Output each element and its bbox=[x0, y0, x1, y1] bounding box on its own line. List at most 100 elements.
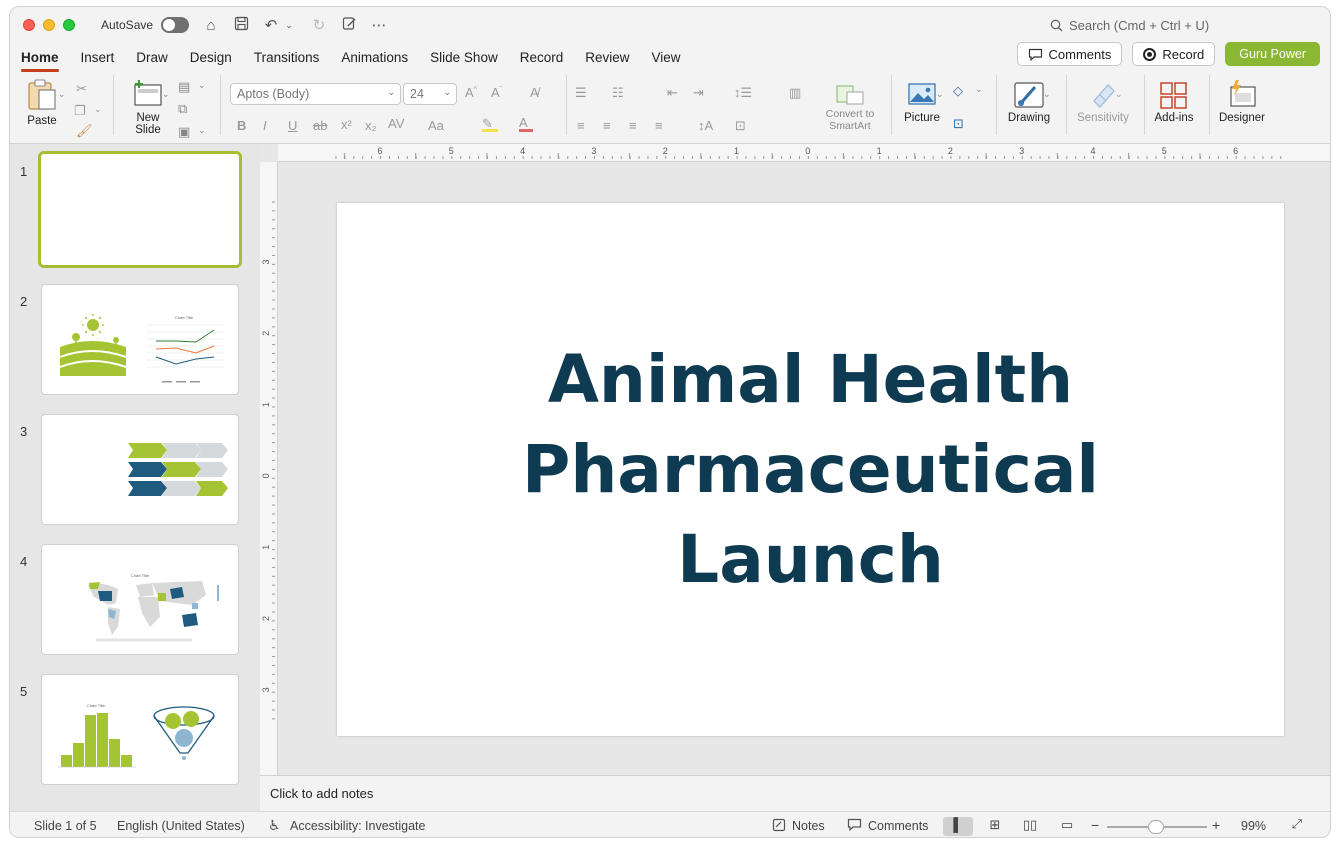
slide-thumbnail-4[interactable]: Chart Title bbox=[41, 544, 239, 655]
zoom-window-button[interactable] bbox=[63, 19, 75, 31]
slide-editing-area[interactable]: 6 5 4 3 2 1 0 1 2 3 4 5 6 3 2 1 0 1 2 3 Animal Health Phar… bbox=[260, 143, 1330, 776]
sensitivity-button[interactable]: Sensitivity bbox=[1072, 81, 1134, 124]
minimize-window-button[interactable] bbox=[43, 19, 55, 31]
copy-dropdown-icon[interactable]: ⌄ bbox=[94, 104, 102, 115]
notes-icon[interactable] bbox=[772, 818, 786, 835]
convert-to-smartart-button[interactable]: Convert to SmartArt bbox=[818, 83, 882, 132]
normal-view-button[interactable]: ▌ bbox=[943, 817, 973, 836]
undo-dropdown-icon[interactable]: ⌄ bbox=[281, 20, 297, 31]
home-icon[interactable]: ⌂ bbox=[203, 17, 219, 34]
tab-draw[interactable]: Draw bbox=[136, 46, 168, 69]
clear-formatting-icon[interactable]: A̸ bbox=[530, 85, 539, 100]
line-spacing-icon[interactable]: ↕☰ bbox=[734, 85, 752, 101]
italic-icon[interactable]: I bbox=[263, 118, 267, 133]
new-slide-dropdown-icon[interactable]: ⌄ bbox=[162, 89, 170, 100]
cut-icon[interactable]: ✂ bbox=[76, 81, 87, 97]
slide-sorter-view-button[interactable]: ⊞ bbox=[980, 817, 1010, 836]
subscript-icon[interactable]: x₂ bbox=[365, 118, 377, 133]
drawing-dropdown-icon[interactable]: ⌄ bbox=[1043, 89, 1051, 100]
slide-thumbnail-3[interactable] bbox=[41, 414, 239, 525]
layout-icon[interactable]: ▤ bbox=[178, 79, 190, 95]
shapes-icon[interactable]: ◇ bbox=[953, 83, 963, 99]
accessibility-status[interactable]: Accessibility: Investigate bbox=[290, 819, 425, 833]
columns-icon[interactable]: ▥ bbox=[789, 85, 801, 101]
font-size-select[interactable]: 24 ⌄ bbox=[403, 83, 457, 105]
presenter-view-button[interactable]: ▭ bbox=[1052, 817, 1082, 836]
tab-transitions[interactable]: Transitions bbox=[254, 46, 320, 69]
designer-button[interactable]: Designer bbox=[1215, 79, 1269, 124]
decrease-indent-icon[interactable]: ⇤ bbox=[667, 85, 678, 101]
language-status[interactable]: English (United States) bbox=[117, 819, 245, 833]
section-dropdown-icon[interactable]: ⌄ bbox=[198, 125, 206, 136]
comments-toggle[interactable]: Comments bbox=[868, 819, 928, 833]
fit-to-window-icon[interactable]: ⤢ bbox=[1292, 817, 1302, 832]
comment-icon[interactable] bbox=[847, 818, 862, 834]
picture-dropdown-icon[interactable]: ⌄ bbox=[936, 89, 944, 100]
save-icon[interactable] bbox=[233, 16, 249, 35]
align-text-icon[interactable]: ⊡ bbox=[735, 118, 746, 134]
slide-thumbnail-5[interactable]: Chart Title bbox=[41, 674, 239, 785]
bullets-icon[interactable]: ☰ bbox=[575, 85, 587, 101]
align-right-icon[interactable]: ≡ bbox=[629, 118, 637, 133]
text-box-icon[interactable]: ⊡ bbox=[953, 116, 964, 132]
tab-insert[interactable]: Insert bbox=[81, 46, 115, 69]
new-slide-button[interactable]: New Slide bbox=[124, 79, 172, 136]
zoom-in-icon[interactable]: + bbox=[1212, 817, 1220, 833]
copy-icon[interactable]: ❐ bbox=[74, 103, 86, 119]
tab-design[interactable]: Design bbox=[190, 46, 232, 69]
font-name-select[interactable]: Aptos (Body) ⌄ bbox=[230, 83, 401, 105]
tab-animations[interactable]: Animations bbox=[341, 46, 408, 69]
align-left-icon[interactable]: ≡ bbox=[577, 118, 585, 133]
paste-button[interactable]: Paste bbox=[22, 77, 62, 127]
autosave-toggle[interactable] bbox=[161, 17, 190, 33]
text-direction-icon[interactable]: ↕A bbox=[698, 118, 713, 133]
addins-button[interactable]: Add-ins bbox=[1150, 81, 1198, 124]
superscript-icon[interactable]: x² bbox=[341, 117, 352, 132]
slide-title[interactable]: Animal Health Pharmaceutical Launch bbox=[522, 335, 1099, 605]
align-center-icon[interactable]: ≡ bbox=[603, 118, 611, 133]
redo-icon[interactable]: ↻ bbox=[311, 16, 327, 34]
notes-toggle[interactable]: Notes bbox=[792, 819, 825, 833]
slide-thumbnail-1[interactable] bbox=[38, 151, 242, 268]
tab-slide-show[interactable]: Slide Show bbox=[430, 46, 498, 69]
guru-power-button[interactable]: Guru Power bbox=[1225, 42, 1320, 66]
change-case-icon[interactable]: Aa bbox=[428, 118, 444, 133]
layout-dropdown-icon[interactable]: ⌄ bbox=[198, 80, 206, 91]
decrease-font-icon[interactable]: Aˇ bbox=[491, 85, 502, 100]
increase-font-icon[interactable]: A^ bbox=[465, 85, 477, 100]
increase-indent-icon[interactable]: ⇥ bbox=[693, 85, 704, 101]
highlight-icon[interactable]: ✎ bbox=[482, 116, 498, 132]
search-box[interactable]: Search (Cmd + Ctrl + U) bbox=[1050, 18, 1209, 33]
close-window-button[interactable] bbox=[23, 19, 35, 31]
tab-record[interactable]: Record bbox=[520, 46, 564, 69]
undo-icon[interactable]: ↶ bbox=[263, 16, 279, 34]
accessibility-icon[interactable]: ♿ bbox=[268, 817, 281, 834]
notes-pane[interactable]: Click to add notes bbox=[260, 775, 1330, 811]
zoom-level[interactable]: 99% bbox=[1241, 819, 1266, 833]
section-icon[interactable]: ▣ bbox=[178, 124, 190, 140]
tab-home[interactable]: Home bbox=[21, 46, 59, 72]
slide-thumbnail-pane[interactable]: 1 2 Chart Title 3 4 Chart Title 5 Chart … bbox=[10, 143, 260, 811]
underline-icon[interactable]: U bbox=[288, 118, 297, 133]
slide-canvas[interactable]: Animal Health Pharmaceutical Launch bbox=[337, 203, 1284, 736]
character-spacing-icon[interactable]: AV bbox=[388, 116, 404, 131]
numbering-icon[interactable]: ☷ bbox=[612, 85, 624, 101]
justify-icon[interactable]: ≡ bbox=[655, 118, 663, 133]
tab-review[interactable]: Review bbox=[585, 46, 629, 69]
format-painter-icon[interactable]: 🖌 bbox=[76, 123, 93, 139]
zoom-out-icon[interactable]: − bbox=[1091, 817, 1099, 833]
more-icon[interactable]: ⋯ bbox=[371, 16, 387, 34]
drawing-button[interactable]: Drawing bbox=[1004, 81, 1054, 124]
customize-toolbar-icon[interactable] bbox=[341, 16, 357, 35]
zoom-slider-handle[interactable] bbox=[1148, 820, 1164, 834]
shapes-dropdown-icon[interactable]: ⌄ bbox=[975, 84, 983, 95]
slide-thumbnail-2[interactable]: Chart Title bbox=[41, 284, 239, 395]
paste-dropdown-icon[interactable]: ⌄ bbox=[58, 89, 66, 100]
reset-slide-icon[interactable]: ⧉ bbox=[178, 101, 187, 117]
comments-button[interactable]: Comments bbox=[1016, 42, 1123, 66]
record-button[interactable]: Record bbox=[1132, 42, 1216, 66]
sensitivity-dropdown-icon[interactable]: ⌄ bbox=[1115, 89, 1123, 100]
tab-view[interactable]: View bbox=[652, 46, 681, 69]
bold-icon[interactable]: B bbox=[237, 118, 246, 133]
strikethrough-icon[interactable]: ab bbox=[313, 118, 327, 133]
